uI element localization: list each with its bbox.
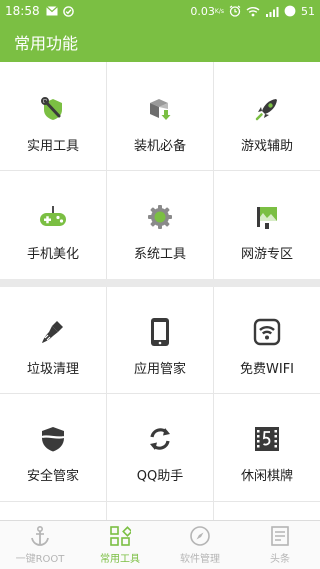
box-download-icon [143,92,177,126]
landscape-flag-icon [250,200,284,234]
battery-icon [284,5,296,17]
net-speed-unit: K/s [214,7,224,15]
film-card-icon [250,422,284,456]
tab-headlines[interactable]: 头条 [240,521,320,569]
compass-icon [189,525,211,547]
feature-practical-tools[interactable]: 实用工具 [0,92,106,154]
feature-label: 应用管家 [133,362,186,377]
shield-icon [36,422,70,456]
gear-icon [143,200,177,234]
tab-one-key-root[interactable]: 一键ROOT [0,521,80,569]
signal-icon [265,6,279,17]
feature-junk-clean[interactable]: 垃圾清理 [0,315,106,377]
grid-divider [0,170,320,171]
feature-game-assist[interactable]: 游戏辅助 [214,92,320,154]
feature-label: 实用工具 [26,139,79,154]
battery-level: 51 [301,4,315,18]
page-title: 常用功能 [14,34,79,53]
feature-label: 休闲棋牌 [240,469,293,484]
net-speed-value: 0.03 [190,4,215,18]
grid-diamond-icon [109,525,131,547]
news-icon [269,525,291,547]
feature-grid-bottom: 垃圾清理 应用管家 免费WIFI 安全管家 QQ助手 休闲棋牌 [0,287,320,520]
check-circle-icon [62,5,74,17]
feature-label: 手机美化 [26,247,79,262]
anchor-icon [29,525,51,547]
feature-online-games[interactable]: 网游专区 [214,200,320,262]
tab-label: 一键ROOT [15,554,65,565]
rocket-icon [250,92,284,126]
feature-label: 系统工具 [133,247,186,262]
net-speed: 0.03 K/s [190,5,224,18]
status-time: 18:58 [5,4,40,18]
brush-icon [36,315,70,349]
feature-phone-beautify[interactable]: 手机美化 [0,200,106,262]
feature-qq-assistant[interactable]: QQ助手 [107,422,213,484]
feature-label: 垃圾清理 [26,362,79,377]
status-bar: 18:58 0.03 K/s 51 [0,0,320,22]
feature-security-manager[interactable]: 安全管家 [0,422,106,484]
tab-common-tools[interactable]: 常用工具 [80,521,160,569]
feature-casual-cards[interactable]: 休闲棋牌 [214,422,320,484]
phone-icon [143,315,177,349]
wrench-shield-icon [36,92,70,126]
app-bar: 常用功能 [0,22,320,62]
feature-label: 安全管家 [26,469,79,484]
section-divider [0,279,320,287]
mail-icon [45,6,58,16]
gamepad-icon [36,200,70,234]
feature-label: 网游专区 [240,247,293,262]
bottom-tab-bar: 一键ROOT 常用工具 软件管理 头条 [0,520,320,569]
tab-label: 常用工具 [100,554,140,565]
feature-label: 游戏辅助 [240,139,293,154]
grid-divider [0,393,320,394]
feature-free-wifi[interactable]: 免费WIFI [214,315,320,377]
wifi-icon [250,315,284,349]
feature-label: 免费WIFI [240,362,294,377]
wifi-status-icon [246,6,260,17]
feature-app-manager[interactable]: 应用管家 [107,315,213,377]
tab-label: 软件管理 [180,554,220,565]
grid-divider [0,501,320,502]
feature-label: QQ助手 [136,469,184,484]
sync-icon [143,422,177,456]
tab-software-manager[interactable]: 软件管理 [160,521,240,569]
alarm-clock-icon [229,5,241,17]
feature-label: 装机必备 [133,139,186,154]
feature-essential-apps[interactable]: 装机必备 [107,92,213,154]
feature-system-tools[interactable]: 系统工具 [107,200,213,262]
tab-label: 头条 [270,554,290,565]
feature-grid-top: 实用工具 装机必备 游戏辅助 手机美化 系统工具 网游专区 [0,62,320,279]
